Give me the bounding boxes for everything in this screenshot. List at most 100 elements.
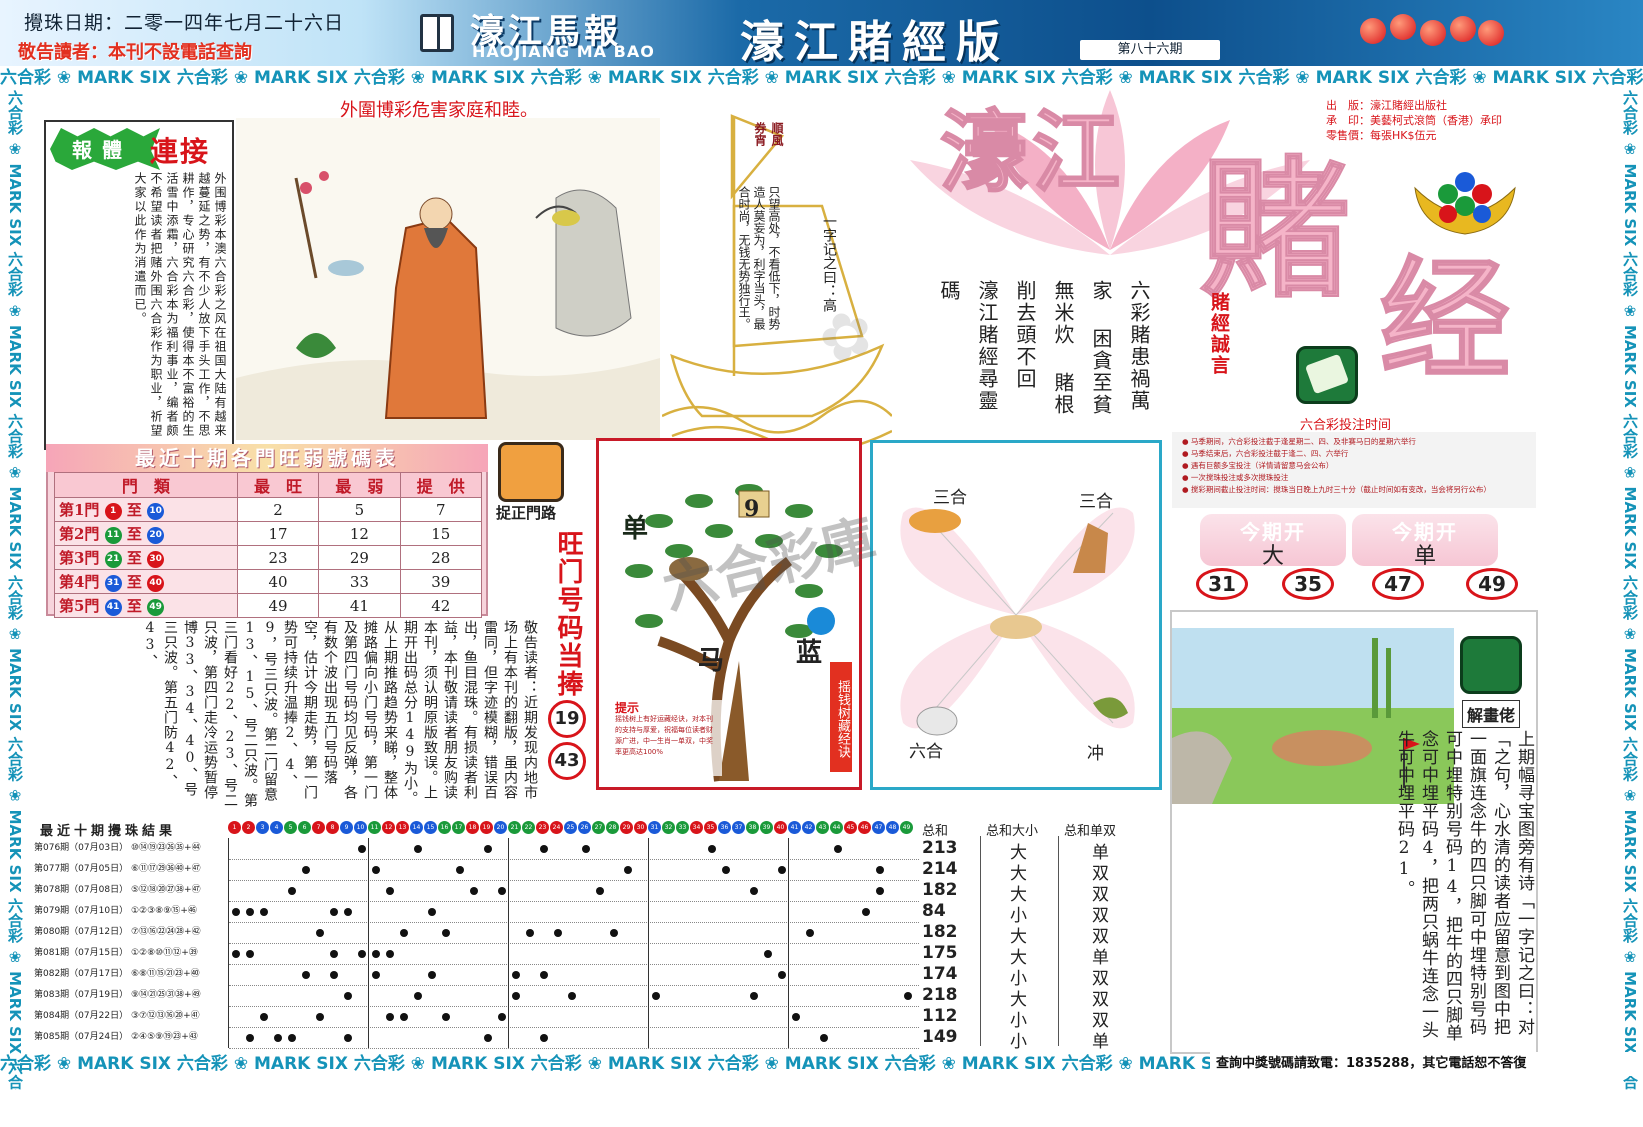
boat-flag-text: 順風 券宵 xyxy=(752,122,786,182)
grid-row-line xyxy=(229,1006,919,1007)
door-table-title: 最近十期各門旺弱號碼表 xyxy=(46,444,488,472)
article-badge: 報體 xyxy=(50,128,160,174)
ball-number: 49 xyxy=(900,821,913,834)
door-name: 第2門 11 至 20 xyxy=(54,521,238,546)
door-row: 第4門 31 至 40 40 33 39 xyxy=(54,569,483,594)
tree-side-label: 摇钱树藏经诀 xyxy=(830,662,852,772)
ball-number-header: 1 2 3 4 5 6 7 8 9 10 11 12 13 14 15 16 17 18 19 20 21 22 23 24 2… xyxy=(228,821,918,835)
result-issue: 第083期（07月19日） xyxy=(34,990,129,1000)
grid-column-line xyxy=(788,838,789,1048)
trend-dot xyxy=(372,971,380,979)
bet-time-info: ● 马季期间，六合彩投注截于逢星期二、四、及非赛马日的星期六举行 ● 马季结束后… xyxy=(1172,432,1536,508)
grid-row-line xyxy=(229,880,919,881)
range-to-ball: 10 xyxy=(147,502,165,520)
printer: 承 印：美藝柯式滾筒（香港）承印 xyxy=(1326,114,1502,127)
trend-dot xyxy=(358,845,366,853)
trend-dot xyxy=(344,908,352,916)
trend-dot xyxy=(764,950,772,958)
sum-value: 213 xyxy=(922,838,958,858)
riddle-label: 解畫佬 xyxy=(1462,700,1521,728)
result-row: 第084期（07月22日） ③⑦⑫⑬⑯⑳+㊶ xyxy=(34,1006,228,1027)
door-row: 第1門 1 至 10 2 5 7 xyxy=(54,497,483,522)
publisher: 出 版：濠江賭經出版社 xyxy=(1326,99,1447,112)
tree-label-horse: 马 xyxy=(698,646,725,676)
ball-number: 47 xyxy=(872,821,885,834)
grid-column-line xyxy=(648,838,649,1048)
dog-icon xyxy=(990,615,1042,639)
bet-line: ● 马季结束后，六合彩投注截于逢二、四、六举行 xyxy=(1182,449,1349,458)
ball-number: 23 xyxy=(536,821,549,834)
trend-dot xyxy=(246,950,254,958)
grid-row-line xyxy=(229,985,919,986)
rabbit-icon xyxy=(916,706,958,736)
range-word: 至 xyxy=(126,597,142,615)
ball-number: 11 xyxy=(368,821,381,834)
grid-column-line xyxy=(368,838,369,1048)
zodiac-clover-illustration xyxy=(900,507,1135,736)
ball-number: 3 xyxy=(256,821,269,834)
hot-number-label: 旺门号码当捧 xyxy=(553,530,583,698)
ball-number: 10 xyxy=(354,821,367,834)
trend-dot xyxy=(624,866,632,874)
door-table-header: 門 類 最 旺 最 弱 提 供 xyxy=(54,472,483,498)
ball-number: 39 xyxy=(760,821,773,834)
door-label: 第1門 xyxy=(59,501,100,519)
result-balls: ③⑦⑫⑬⑯⑳ xyxy=(130,1011,184,1021)
ball-number: 25 xyxy=(564,821,577,834)
marquee-top: 六合彩 ❀ MARK SIX 六合彩 ❀ MARK SIX 六合彩 ❀ MARK… xyxy=(0,66,1643,90)
result-balls: ①②⑧⑩⑪⑫ xyxy=(130,948,182,958)
sum-value: 218 xyxy=(922,985,958,1005)
ball-number: 15 xyxy=(424,821,437,834)
trend-dot xyxy=(288,887,296,895)
ball-number: 6 xyxy=(298,821,311,834)
trend-dot xyxy=(442,1013,450,1021)
article-title: 連接 xyxy=(150,135,211,168)
this-period-parity-value: 单 xyxy=(1413,544,1436,569)
divider xyxy=(980,836,981,1046)
this-period-numbers: 31 35 47 49 xyxy=(1196,568,1526,604)
zodiac-label-br: 冲 xyxy=(1087,744,1104,764)
range-from-ball: 1 xyxy=(104,502,122,520)
trend-dot xyxy=(778,866,786,874)
trend-dot xyxy=(484,845,492,853)
this-period-box: 今期开 大 今期开 单 xyxy=(1200,514,1500,569)
trend-dot xyxy=(596,887,604,895)
result-issue: 第081期（07月15日） xyxy=(34,948,129,958)
grid-row-line xyxy=(229,1027,919,1028)
result-row: 第077期（07月05日） ⑥⑪⑰㉙㊱㊵+㊼ xyxy=(34,859,228,880)
trend-dot xyxy=(246,908,254,916)
range-word: 至 xyxy=(126,525,142,543)
sum-value: 175 xyxy=(922,943,958,963)
door-row: 第5門 41 至 49 49 41 42 xyxy=(54,593,483,618)
ball-number: 22 xyxy=(522,821,535,834)
grid-row-line xyxy=(229,964,919,965)
ball-number: 48 xyxy=(886,821,899,834)
trend-dot xyxy=(540,971,548,979)
result-row: 第076期（07月03日） ⑩⑭⑲㉓㉖㉟+㊹ xyxy=(34,838,228,859)
result-row: 第082期（07月17日） ⑥⑧⑪⑮㉑㉓+㊵ xyxy=(34,964,228,985)
gold-ingot-icon xyxy=(1414,172,1516,235)
bet-line: ● 遇有巨额多宝投注（详情请留意马会公布） xyxy=(1182,461,1334,470)
ball-number: 29 xyxy=(620,821,633,834)
bet-time-title: 六合彩投注时间 xyxy=(1300,418,1392,433)
marquee-bottom: 六合彩 ❀ MARK SIX 六合彩 ❀ MARK SIX 六合彩 ❀ MARK… xyxy=(0,1052,1210,1076)
this-period-parity: 今期开 单 xyxy=(1352,514,1498,569)
grid-row-line xyxy=(229,859,919,860)
trend-dot xyxy=(344,992,352,1000)
ball-number: 1 xyxy=(228,821,241,834)
issue-number: 第八十六期 xyxy=(1080,40,1220,60)
result-balls: ②④⑤⑨⑲㉓ xyxy=(130,1032,182,1042)
result-issue: 第077期（07月05日） xyxy=(34,864,129,874)
sum-columns: 总和 总和大小 总和单双 213 大单 214 大双 182 大双 84 小双 182 大双 175… xyxy=(918,820,1158,1052)
draw-date: 攪珠日期：二零一四年七月二十六日 xyxy=(24,12,345,34)
trend-dot xyxy=(512,971,520,979)
result-row: 第079期（07月10日） ①②③⑧⑨⑮+㊻ xyxy=(34,901,228,922)
boat-flag-text-1: 順風 xyxy=(770,122,784,146)
door-row: 第3門 21 至 30 23 29 28 xyxy=(54,545,483,570)
book-icon xyxy=(420,14,454,52)
boat-flag-text-2: 券宵 xyxy=(753,122,767,146)
ball-number: 13 xyxy=(396,821,409,834)
this-period-size: 今期开 大 xyxy=(1200,514,1346,569)
ball-number: 35 xyxy=(704,821,717,834)
range-from-ball: 11 xyxy=(104,526,122,544)
